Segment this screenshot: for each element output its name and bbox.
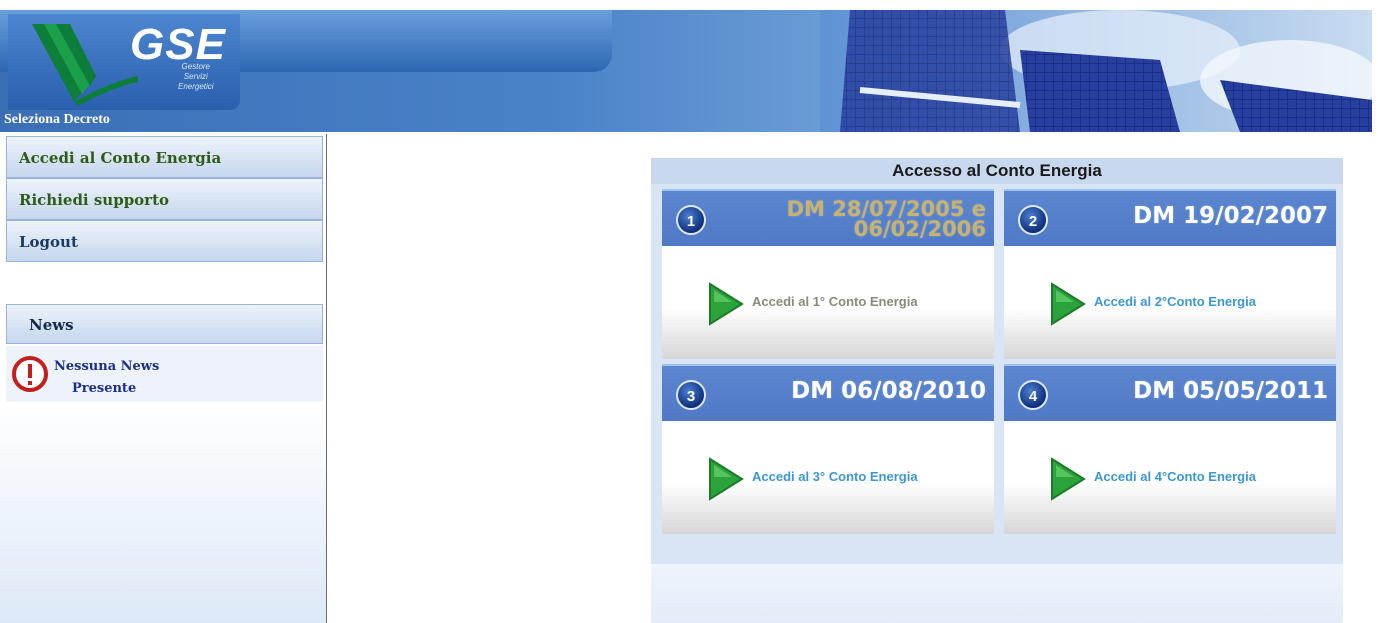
card-dm-4: 4 DM 05/05/2011 Accedi al 4°Conto Energi… xyxy=(1004,364,1336,534)
sidebar-item-logout[interactable]: Logout xyxy=(6,220,323,262)
card-decree-date: DM 06/08/2010 xyxy=(791,378,986,404)
card-dm-1: 1 DM 28/07/2005 e 06/02/2006 Accedi al 1… xyxy=(662,189,994,359)
news-header: News xyxy=(6,304,323,344)
news-message: Nessuna News Presente xyxy=(54,356,159,400)
card-body: Accedi al 1° Conto Energia xyxy=(662,246,994,359)
news-line-2: Presente xyxy=(72,381,137,396)
card-number-badge: 4 xyxy=(1018,380,1048,410)
accedi-4-conto-energia-link[interactable]: Accedi al 4°Conto Energia xyxy=(1094,469,1256,484)
play-arrow-icon[interactable] xyxy=(708,457,744,501)
card-header: 3 DM 06/08/2010 xyxy=(662,364,994,423)
card-body: Accedi al 2°Conto Energia xyxy=(1004,246,1336,359)
card-header: 1 DM 28/07/2005 e 06/02/2006 xyxy=(662,189,994,248)
alert-icon xyxy=(12,356,48,392)
section-label: Seleziona Decreto xyxy=(4,112,110,127)
sidebar-item-accedi-conto-energia[interactable]: Accedi al Conto Energia xyxy=(6,136,323,178)
news-panel: Nessuna News Presente xyxy=(6,346,323,402)
play-arrow-icon[interactable] xyxy=(1050,457,1086,501)
main-title: Accesso al Conto Energia xyxy=(892,161,1102,180)
main-panel: Accesso al Conto Energia 1 DM 28/07/2005… xyxy=(651,158,1343,623)
top-border xyxy=(0,0,1378,10)
card-decree-date: DM 28/07/2005 e 06/02/2006 xyxy=(786,197,986,241)
gse-logo[interactable]: GSE Gestore Servizi Energetici xyxy=(8,14,240,110)
card-number-badge: 1 xyxy=(676,205,706,235)
card-dm-3: 3 DM 06/08/2010 Accedi al 3° Conto Energ… xyxy=(662,364,994,534)
solar-panels-image xyxy=(820,10,1372,132)
logo-subtitle: Gestore Servizi Energetici xyxy=(178,62,214,91)
card-dm-2: 2 DM 19/02/2007 Accedi al 2°Conto Energi… xyxy=(1004,189,1336,359)
card-header: 4 DM 05/05/2011 xyxy=(1004,364,1336,423)
play-arrow-icon[interactable] xyxy=(708,282,744,326)
card-header: 2 DM 19/02/2007 xyxy=(1004,189,1336,248)
card-body: Accedi al 4°Conto Energia xyxy=(1004,421,1336,534)
card-decree-date: DM 05/05/2011 xyxy=(1133,378,1328,404)
card-number-badge: 3 xyxy=(676,380,706,410)
accedi-2-conto-energia-link[interactable]: Accedi al 2°Conto Energia xyxy=(1094,294,1256,309)
accedi-3-conto-energia-link[interactable]: Accedi al 3° Conto Energia xyxy=(752,469,918,484)
gse-logo-mark-icon xyxy=(32,24,138,106)
card-number-badge: 2 xyxy=(1018,205,1048,235)
card-body: Accedi al 3° Conto Energia xyxy=(662,421,994,534)
header-banner: GSE Gestore Servizi Energetici Seleziona… xyxy=(0,10,1372,132)
news-line-1: Nessuna News xyxy=(54,359,160,374)
sidebar-item-richiedi-supporto[interactable]: Richiedi supporto xyxy=(6,178,323,220)
sidebar: Accedi al Conto Energia Richiedi support… xyxy=(0,134,327,623)
accedi-1-conto-energia-link[interactable]: Accedi al 1° Conto Energia xyxy=(752,294,918,309)
card-decree-date: DM 19/02/2007 xyxy=(1133,203,1328,229)
play-arrow-icon[interactable] xyxy=(1050,282,1086,326)
